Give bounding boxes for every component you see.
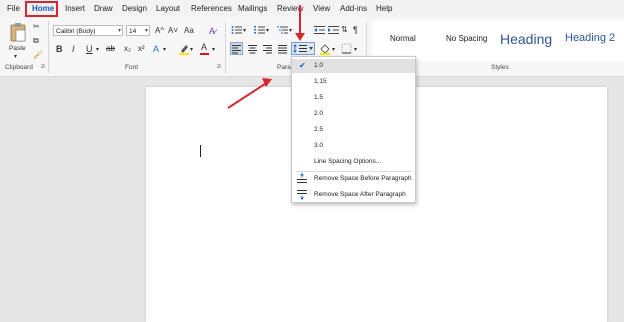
numbering-icon[interactable] bbox=[254, 25, 265, 35]
annotation-arrowhead bbox=[262, 78, 272, 87]
borders-icon[interactable] bbox=[341, 43, 352, 54]
line-spacing-options-item[interactable]: Line Spacing Options... bbox=[292, 155, 415, 169]
line-spacing-menu: ✔ 1.0 1.15 1.5 2.0 2.5 3.0 Line Spacing … bbox=[291, 56, 416, 203]
option-label: 2.0 bbox=[314, 110, 324, 117]
line-spacing-option-1-0[interactable]: ✔ 1.0 bbox=[292, 59, 415, 73]
option-label: 1.15 bbox=[314, 78, 327, 85]
chevron-down-icon[interactable]: ▾ bbox=[190, 45, 193, 55]
divider bbox=[225, 21, 226, 73]
line-spacing-button[interactable] bbox=[291, 42, 315, 55]
tab-file[interactable]: File bbox=[7, 4, 20, 13]
clipboard-launcher-icon[interactable]: ⧄ bbox=[41, 64, 45, 71]
multilevel-list-icon[interactable] bbox=[277, 25, 288, 35]
space-after-icon bbox=[297, 190, 307, 200]
remove-space-after-item[interactable]: Remove Space After Paragraph bbox=[292, 188, 415, 202]
text-cursor bbox=[200, 145, 201, 157]
strikethrough-button[interactable]: ab bbox=[106, 44, 115, 54]
format-painter-icon[interactable]: 🖌 bbox=[33, 50, 43, 60]
font-name-value: Calibri (Body) bbox=[56, 28, 96, 35]
underline-button[interactable]: U bbox=[86, 44, 93, 54]
bold-button[interactable]: B bbox=[56, 44, 63, 54]
align-left-button[interactable] bbox=[230, 42, 243, 55]
paste-dropdown-icon[interactable]: ▾ bbox=[14, 52, 17, 62]
option-label: 1.5 bbox=[314, 94, 324, 101]
subscript-button[interactable]: x₂ bbox=[124, 44, 131, 54]
font-color-icon[interactable]: A bbox=[201, 42, 207, 52]
font-size-value: 14 bbox=[129, 28, 137, 35]
increase-indent-icon[interactable] bbox=[328, 25, 339, 35]
shrink-font-icon[interactable]: A˅ bbox=[168, 26, 178, 36]
line-spacing-option-2-5[interactable]: 2.5 bbox=[292, 123, 415, 137]
option-label: Line Spacing Options... bbox=[314, 158, 382, 165]
text-effects-icon[interactable]: A bbox=[153, 44, 159, 54]
font-size-combo[interactable]: 14 ▾ bbox=[126, 25, 150, 36]
tab-design[interactable]: Design bbox=[122, 4, 147, 13]
option-label: 1.0 bbox=[314, 62, 324, 69]
font-group-label: Font bbox=[125, 64, 139, 71]
highlight-color-icon[interactable] bbox=[178, 43, 190, 55]
align-center-icon[interactable] bbox=[247, 43, 258, 54]
option-label: Remove Space After Paragraph bbox=[314, 191, 406, 198]
chevron-down-icon[interactable]: ▾ bbox=[332, 45, 335, 55]
bullets-icon[interactable] bbox=[231, 25, 242, 35]
line-spacing-option-1-5[interactable]: 1.5 bbox=[292, 91, 415, 105]
align-right-icon[interactable] bbox=[262, 43, 273, 54]
option-label: 3.0 bbox=[314, 142, 324, 149]
style-normal[interactable]: Normal bbox=[390, 34, 416, 43]
chevron-down-icon[interactable]: ▾ bbox=[289, 26, 292, 36]
change-case-icon[interactable]: Aa bbox=[184, 26, 194, 36]
clear-formatting-icon[interactable]: A̷ bbox=[209, 26, 215, 36]
styles-group-label: Styles bbox=[491, 64, 509, 71]
chevron-down-icon[interactable]: ▾ bbox=[145, 26, 148, 37]
style-heading-1[interactable]: Heading bbox=[500, 31, 552, 47]
line-spacing-icon bbox=[293, 44, 313, 53]
chevron-down-icon[interactable]: ▾ bbox=[163, 45, 166, 55]
option-label: 2.5 bbox=[314, 126, 324, 133]
chevron-down-icon[interactable]: ▾ bbox=[354, 45, 357, 55]
tab-layout[interactable]: Layout bbox=[156, 4, 180, 13]
tab-draw[interactable]: Draw bbox=[94, 4, 113, 13]
tab-mailings[interactable]: Mailings bbox=[238, 4, 267, 13]
cut-icon[interactable]: ✂ bbox=[33, 22, 40, 32]
font-name-combo[interactable]: Calibri (Body) ▾ bbox=[53, 25, 123, 36]
checkmark-icon: ✔ bbox=[299, 61, 306, 70]
shading-icon[interactable] bbox=[319, 43, 331, 55]
italic-button[interactable]: I bbox=[72, 44, 75, 54]
paste-icon[interactable] bbox=[9, 22, 27, 42]
clipboard-group-label: Clipboard bbox=[5, 64, 33, 71]
style-no-spacing[interactable]: No Spacing bbox=[446, 34, 487, 43]
font-color-swatch bbox=[200, 53, 209, 55]
option-label: Remove Space Before Paragraph bbox=[314, 175, 412, 182]
chevron-down-icon[interactable]: ▾ bbox=[96, 45, 99, 55]
tab-help[interactable]: Help bbox=[376, 4, 392, 13]
paste-label[interactable]: Paste bbox=[9, 44, 26, 54]
ribbon-tabs: File Home Insert Draw Design Layout Refe… bbox=[0, 0, 624, 18]
align-left-icon bbox=[232, 45, 241, 54]
chevron-down-icon[interactable]: ▾ bbox=[266, 26, 269, 36]
tab-insert[interactable]: Insert bbox=[65, 4, 85, 13]
font-launcher-icon[interactable]: ⧄ bbox=[217, 64, 221, 71]
divider bbox=[48, 21, 49, 73]
tab-review[interactable]: Review bbox=[277, 4, 303, 13]
chevron-down-icon[interactable]: ▾ bbox=[212, 45, 215, 55]
sort-icon[interactable]: ⇅ bbox=[341, 25, 348, 35]
show-formatting-marks-icon[interactable]: ¶ bbox=[353, 25, 358, 35]
grow-font-icon[interactable]: A^ bbox=[155, 26, 164, 36]
tab-add-ins[interactable]: Add-ins bbox=[340, 4, 367, 13]
space-before-icon bbox=[297, 173, 307, 183]
remove-space-before-item[interactable]: Remove Space Before Paragraph bbox=[292, 172, 415, 186]
tab-references[interactable]: References bbox=[191, 4, 232, 13]
chevron-down-icon[interactable]: ▾ bbox=[243, 26, 246, 36]
justify-icon[interactable] bbox=[277, 43, 288, 54]
superscript-button[interactable]: x² bbox=[138, 44, 145, 54]
home-tab-highlight-box bbox=[25, 1, 58, 17]
copy-icon[interactable]: ⧉ bbox=[33, 36, 39, 46]
tab-view[interactable]: View bbox=[313, 4, 330, 13]
decrease-indent-icon[interactable] bbox=[314, 25, 325, 35]
line-spacing-option-2-0[interactable]: 2.0 bbox=[292, 107, 415, 121]
chevron-down-icon[interactable]: ▾ bbox=[118, 26, 121, 37]
line-spacing-option-3-0[interactable]: 3.0 bbox=[292, 139, 415, 153]
style-heading-2[interactable]: Heading 2 bbox=[565, 32, 615, 44]
line-spacing-option-1-15[interactable]: 1.15 bbox=[292, 75, 415, 89]
